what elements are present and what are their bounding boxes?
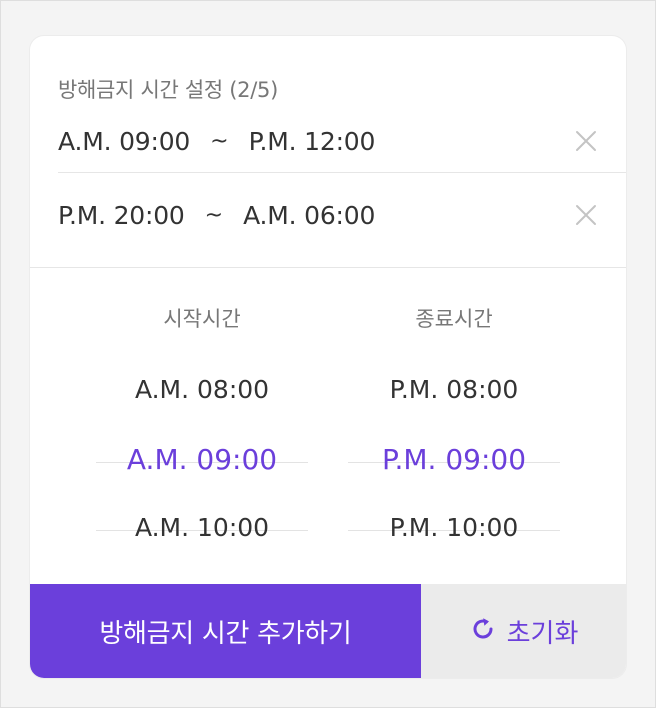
time-range-row: A.M. 09:00 ~ P.M. 12:00 xyxy=(58,110,626,173)
picker-option-selected[interactable]: A.M. 09:00 xyxy=(96,443,308,476)
add-dnd-time-button[interactable]: 방해금지 시간 추가하기 xyxy=(30,584,421,678)
section-title: 방해금지 시간 설정 (2/5) xyxy=(58,78,278,102)
picker-option[interactable]: P.M. 10:00 xyxy=(348,513,560,542)
picker-option[interactable]: A.M. 10:00 xyxy=(96,513,308,542)
reset-label: 초기화 xyxy=(506,618,579,649)
range-start-time: P.M. 20:00 xyxy=(58,200,185,230)
start-time-label: 시작시간 xyxy=(163,307,241,331)
end-time-label: 종료시간 xyxy=(415,307,493,331)
range-end-time: A.M. 06:00 xyxy=(243,200,376,230)
range-end-time: P.M. 12:00 xyxy=(248,126,376,156)
refresh-icon xyxy=(469,615,497,647)
picker-option-selected[interactable]: P.M. 09:00 xyxy=(348,443,560,476)
range-separator: ~ xyxy=(204,202,224,228)
close-icon[interactable] xyxy=(574,129,598,153)
reset-button[interactable]: 초기화 xyxy=(421,584,626,678)
picker-option[interactable]: P.M. 08:00 xyxy=(348,375,560,404)
time-range-row: P.M. 20:00 ~ A.M. 06:00 xyxy=(58,184,626,246)
range-start-time: A.M. 09:00 xyxy=(58,126,191,156)
range-separator: ~ xyxy=(210,128,229,154)
close-icon[interactable] xyxy=(574,203,598,227)
picker-option[interactable]: A.M. 08:00 xyxy=(96,375,308,404)
section-divider xyxy=(30,267,626,268)
dnd-settings-card: 방해금지 시간 설정 (2/5) A.M. 09:00 ~ P.M. 12:00… xyxy=(30,36,626,678)
